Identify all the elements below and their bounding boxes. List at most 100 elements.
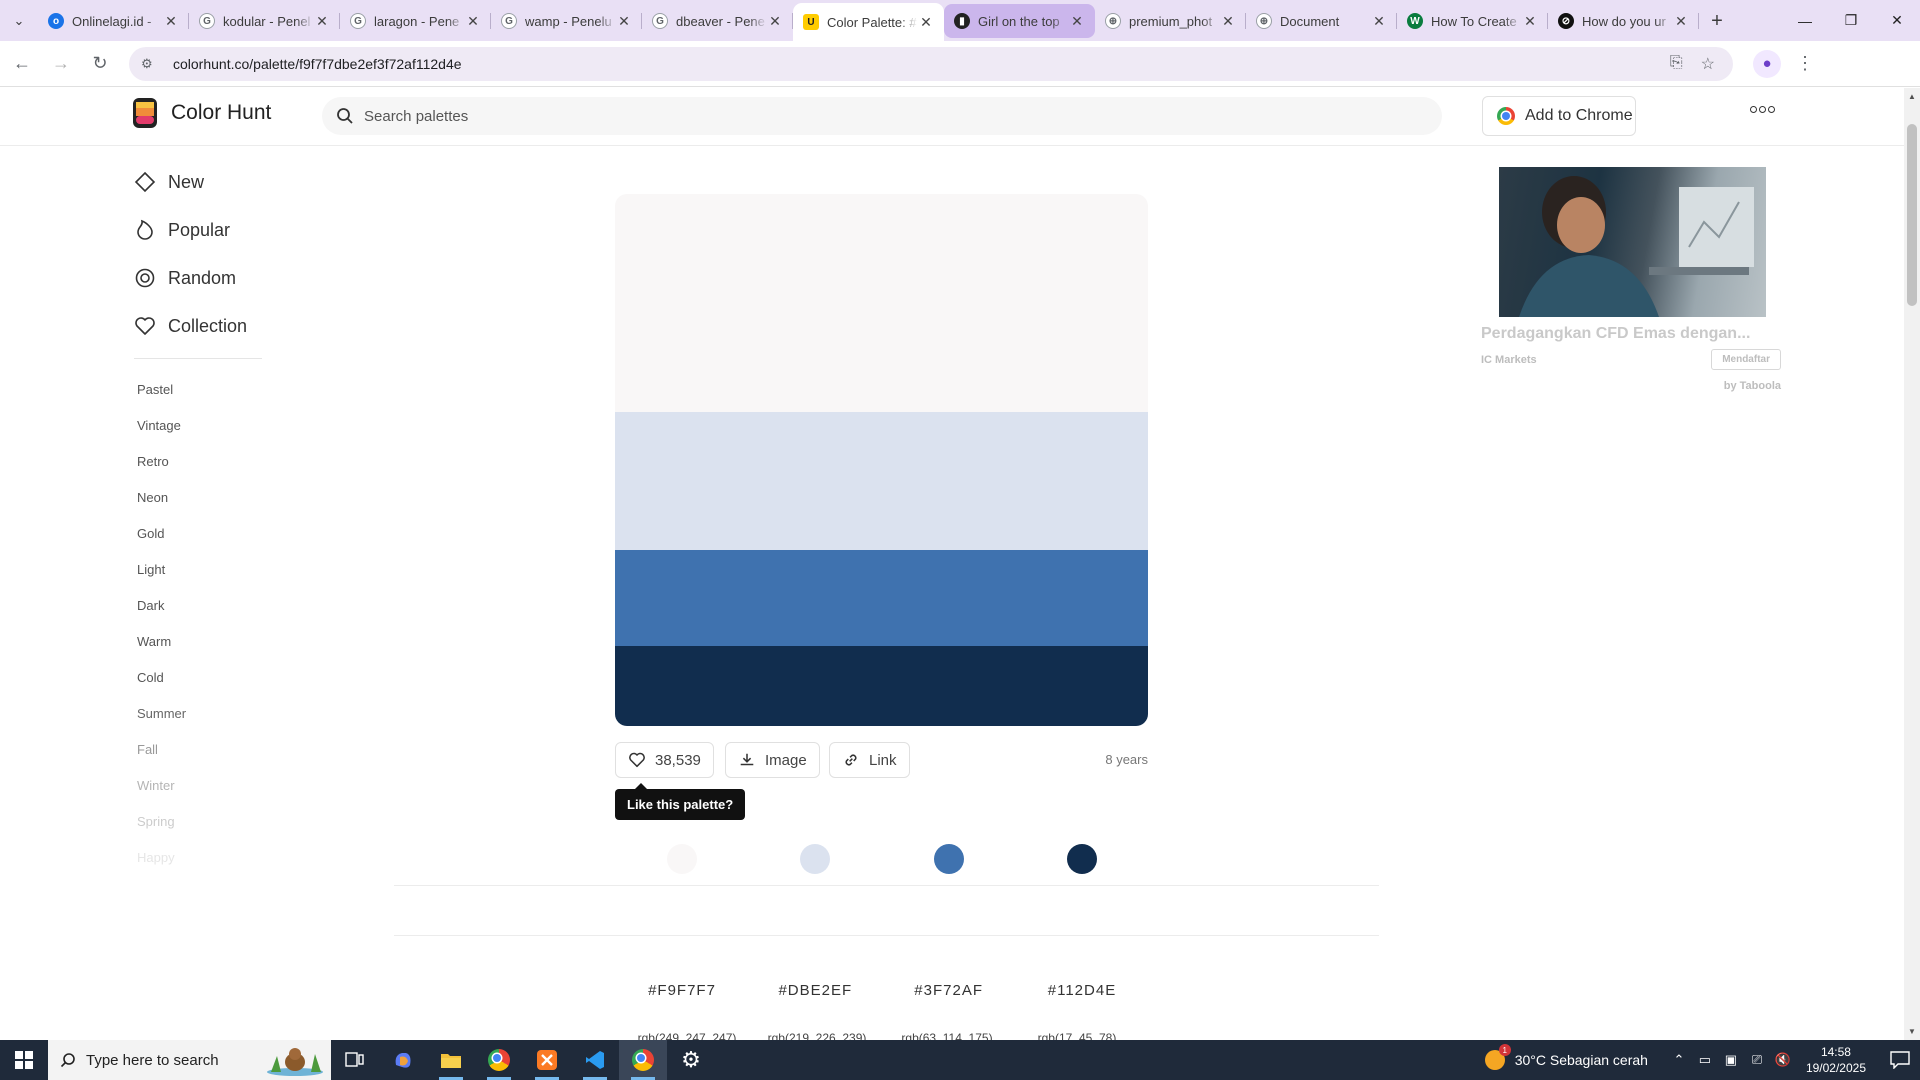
tab-close-icon[interactable]: ✕ [1522,13,1538,30]
minimize-icon[interactable]: — [1782,0,1828,41]
tab-search-chevron-icon[interactable]: ⌄ [0,0,38,41]
tab-close-icon[interactable]: ✕ [767,13,783,30]
sidebar-tag-retro[interactable]: Retro [134,443,264,479]
sidebar-tag-cold[interactable]: Cold [134,659,264,695]
browser-tab[interactable]: o Onlinelagi.id - ✕ [38,4,189,38]
task-view-icon[interactable] [331,1040,379,1080]
bookmark-star-icon[interactable]: ☆ [1701,54,1715,74]
add-to-chrome-button[interactable]: Add to Chrome [1482,96,1636,136]
install-app-icon[interactable]: ⎘ [1670,54,1683,74]
browser-tab[interactable]: Glaragon - Pene ✕ [340,4,491,38]
sidebar-tag-vintage[interactable]: Vintage [134,407,264,443]
color-dot[interactable] [1066,844,1097,874]
tab-close-icon[interactable]: ✕ [465,13,481,30]
chrome-active-window-icon[interactable] [619,1040,667,1080]
ad-cta-button[interactable]: Mendaftar [1711,349,1781,370]
rgb-code[interactable]: rgb(249, 247, 247) [622,1031,752,1040]
weather-widget[interactable]: 1 30°C Sebagian cerah [1484,1044,1648,1070]
logo[interactable]: Color Hunt [131,96,271,130]
ad-attribution[interactable]: by Taboola [1481,380,1781,392]
site-info-icon[interactable]: ⚙ [141,56,161,72]
download-image-button[interactable]: Image [725,742,820,778]
sidebar-item-new[interactable]: New [134,158,264,206]
sidebar-tag-pastel[interactable]: Pastel [134,371,264,407]
browser-tab[interactable]: ▮ Girl on the top ✕ [944,4,1095,38]
restore-icon[interactable]: ❐ [1828,0,1874,41]
file-explorer-icon[interactable] [427,1040,475,1080]
sidebar-tag-summer[interactable]: Summer [134,695,264,731]
close-window-icon[interactable]: ✕ [1874,0,1920,41]
tab-close-icon[interactable]: ✕ [1069,13,1085,30]
palette-color-band[interactable] [615,646,1148,726]
palette-color-band[interactable] [615,194,1148,413]
color-dot[interactable] [800,844,831,874]
tab-close-icon[interactable]: ✕ [918,14,934,31]
windows-start-icon[interactable] [0,1040,48,1080]
browser-tab[interactable]: ⊕ premium_phot ✕ [1095,4,1246,38]
scroll-up-icon[interactable]: ▲ [1908,92,1916,101]
notifications-icon[interactable] [1880,1051,1920,1069]
taskbar-search-input[interactable]: Type here to search [48,1040,331,1080]
like-button[interactable]: 38,539 [615,742,714,778]
tab-close-icon[interactable]: ✕ [1371,13,1387,30]
sidebar-tag-happy[interactable]: Happy [134,839,264,875]
vscode-icon[interactable] [571,1040,619,1080]
sidebar-tag-dark[interactable]: Dark [134,587,264,623]
palette-color-band[interactable] [615,550,1148,647]
chrome-taskbar-icon[interactable] [475,1040,523,1080]
scrollbar-thumb[interactable] [1907,124,1917,306]
system-clock[interactable]: 14:58 19/02/2025 [1806,1044,1866,1076]
color-dot[interactable] [667,844,697,874]
color-dot[interactable] [933,844,964,874]
tab-close-icon[interactable]: ✕ [616,13,632,30]
palette-color-band[interactable] [615,412,1148,551]
volume-mute-icon[interactable]: 🔇 [1772,1052,1794,1068]
sidebar-tag-fall[interactable]: Fall [134,731,264,767]
browser-tab[interactable]: U Color Palette: # ✕ [793,3,944,41]
copy-link-button[interactable]: Link [829,742,910,778]
sidebar-item-random[interactable]: Random [134,254,264,302]
back-icon[interactable]: ← [5,47,39,81]
show-hidden-icons-icon[interactable]: ⌃ [1668,1052,1690,1068]
hex-code[interactable]: #112D4E [1022,982,1142,999]
rgb-code[interactable]: rgb(219, 226, 239) [752,1031,882,1040]
hex-code[interactable]: #DBE2EF [755,982,875,999]
reload-icon[interactable]: ↻ [83,47,117,81]
copilot-icon[interactable] [379,1040,427,1080]
sidebar-tag-gold[interactable]: Gold [134,515,264,551]
hex-code[interactable]: #F9F7F7 [622,982,742,999]
ad-title[interactable]: Perdagangkan CFD Emas dengan... [1481,325,1781,343]
tab-close-icon[interactable]: ✕ [1673,13,1689,30]
page-scrollbar[interactable]: ▲ ▼ [1904,88,1920,1040]
sidebar-tag-spring[interactable]: Spring [134,803,264,839]
rgb-code[interactable]: rgb(17, 45, 78) [1012,1031,1142,1040]
address-bar[interactable]: ⚙ colorhunt.co/palette/f9f7f7dbe2ef3f72a… [129,46,1733,81]
search-input[interactable]: Search palettes [322,97,1442,135]
scroll-down-icon[interactable]: ▼ [1908,1027,1916,1036]
new-tab-button[interactable]: + [1699,4,1735,38]
sidebar-tag-warm[interactable]: Warm [134,623,264,659]
sidebar-tag-light[interactable]: Light [134,551,264,587]
xampp-icon[interactable] [523,1040,571,1080]
forward-icon[interactable]: → [44,47,78,81]
meet-now-icon[interactable]: ▭ [1694,1052,1716,1068]
tab-close-icon[interactable]: ✕ [163,13,179,30]
sidebar-tag-winter[interactable]: Winter [134,767,264,803]
sponsored-ad[interactable]: Perdagangkan CFD Emas dengan... IC Marke… [1481,167,1781,392]
browser-menu-icon[interactable]: ⋮ [1791,53,1819,74]
browser-tab[interactable]: Gdbeaver - Pene ✕ [642,4,793,38]
rgb-code[interactable]: rgb(63, 114, 175) [882,1031,1012,1040]
browser-tab[interactable]: W How To Create ✕ [1397,4,1548,38]
profile-avatar-icon[interactable]: ● [1753,49,1781,78]
palette-preview[interactable] [615,194,1148,726]
sidebar-tag-neon[interactable]: Neon [134,479,264,515]
network-icon[interactable]: ⎚ [1746,1052,1768,1068]
sidebar-item-collection[interactable]: Collection [134,302,264,350]
browser-tab[interactable]: Gkodular - Penel ✕ [189,4,340,38]
tab-close-icon[interactable]: ✕ [1220,13,1236,30]
more-options-icon[interactable] [1750,106,1775,113]
browser-tab[interactable]: ⊕ Document ✕ [1246,4,1397,38]
browser-tab[interactable]: ⊘ How do you ur ✕ [1548,4,1699,38]
sidebar-item-popular[interactable]: Popular [134,206,264,254]
browser-tab[interactable]: Gwamp - Penelu ✕ [491,4,642,38]
